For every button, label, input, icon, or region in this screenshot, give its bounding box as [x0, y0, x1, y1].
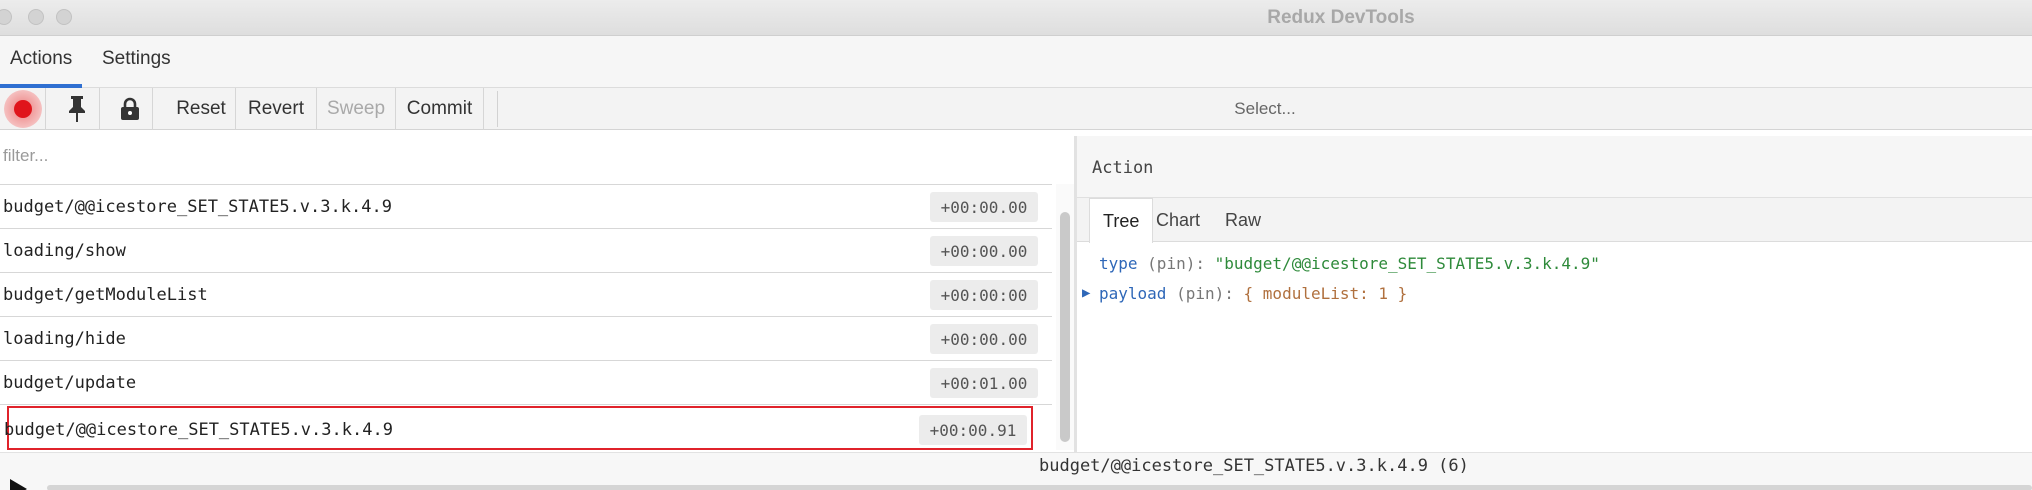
action-name: loading/hide [3, 329, 126, 349]
instance-select[interactable]: Select... [497, 91, 2032, 127]
action-time[interactable]: +00:00:00 [930, 280, 1038, 310]
pin-button[interactable] [54, 88, 100, 130]
timeline-slider[interactable] [47, 485, 2032, 490]
tab-settings[interactable]: Settings [92, 36, 181, 88]
window-title: Redux DevTools [1267, 7, 1415, 28]
action-name: budget/update [3, 373, 137, 393]
sweep-button[interactable]: Sweep [317, 88, 396, 130]
action-name: budget/@@icestore_SET_STATE5.v.3.k.4.9 [4, 420, 393, 440]
tree-value: "budget/@@icestore_SET_STATE5.v.3.k.4.9" [1214, 254, 1600, 273]
revert-button[interactable]: Revert [236, 88, 317, 130]
action-list-scrollbar[interactable] [1056, 184, 1074, 450]
inspector-tabs: Tree Chart Raw [1077, 198, 2032, 243]
record-icon [3, 90, 42, 128]
tree-value: { moduleList: 1 } [1243, 284, 1408, 303]
action-time[interactable]: +00:00.00 [930, 324, 1038, 354]
title-bar: Redux DevTools [0, 0, 2032, 36]
action-row-selected[interactable]: budget/@@icestore_SET_STATE5.v.3.k.4.9 +… [4, 406, 1033, 450]
inspector-panel: Action Tree Chart Raw type (pin): "budge… [1077, 136, 2032, 452]
tree-pin: (pin) [1176, 284, 1225, 303]
lock-button[interactable] [107, 88, 153, 130]
action-time[interactable]: +00:00.00 [930, 236, 1038, 266]
expand-arrow-icon[interactable]: ▶ [1082, 285, 1090, 301]
toolbar: Reset Revert Sweep Commit Select... [0, 88, 2032, 130]
action-row[interactable]: budget/@@icestore_SET_STATE5.v.3.k.4.9 +… [0, 185, 1052, 229]
slider-footer: budget/@@icestore_SET_STATE5.v.3.k.4.9 (… [0, 452, 2032, 490]
tree-node-type: type (pin): "budget/@@icestore_SET_STATE… [1099, 254, 1600, 273]
action-time[interactable]: +00:00.91 [919, 415, 1027, 445]
action-row[interactable]: budget/update +00:01.00 [0, 361, 1052, 405]
action-row[interactable]: budget/getModuleList +00:00:00 [0, 273, 1052, 317]
action-name: budget/@@icestore_SET_STATE5.v.3.k.4.9 [3, 197, 392, 217]
inspector-header: Action [1077, 136, 2032, 198]
action-row[interactable]: loading/hide +00:00.00 [0, 317, 1052, 361]
scrollbar-thumb[interactable] [1060, 212, 1070, 442]
tree-pin: (pin) [1147, 254, 1196, 273]
tree-key: type [1099, 254, 1138, 273]
tab-raw[interactable]: Raw [1212, 198, 1274, 242]
action-time[interactable]: +00:00.00 [930, 192, 1038, 222]
lock-icon [120, 97, 139, 120]
action-time[interactable]: +00:01.00 [930, 368, 1038, 398]
play-icon[interactable] [10, 479, 27, 490]
filter-bar [0, 136, 1076, 176]
action-name: budget/getModuleList [3, 285, 208, 305]
current-action-label: budget/@@icestore_SET_STATE5.v.3.k.4.9 (… [1039, 456, 1469, 476]
action-list: budget/@@icestore_SET_STATE5.v.3.k.4.9 +… [0, 184, 1052, 450]
tab-actions[interactable]: Actions [0, 36, 83, 88]
action-row[interactable]: loading/show +00:00.00 [0, 229, 1052, 273]
pin-icon [68, 96, 85, 122]
tree-node-payload[interactable]: ▶ payload (pin): { moduleList: 1 } [1082, 284, 1408, 303]
tab-chart[interactable]: Chart [1143, 198, 1213, 242]
record-button[interactable] [0, 88, 46, 130]
filter-input[interactable] [0, 136, 1076, 176]
reset-button[interactable]: Reset [167, 88, 236, 130]
commit-button[interactable]: Commit [396, 88, 484, 130]
action-name: loading/show [3, 241, 126, 261]
tree-key: payload [1099, 284, 1167, 303]
inspector-title: Action [1092, 158, 1154, 178]
main-tabs: Actions Settings [0, 36, 2032, 88]
